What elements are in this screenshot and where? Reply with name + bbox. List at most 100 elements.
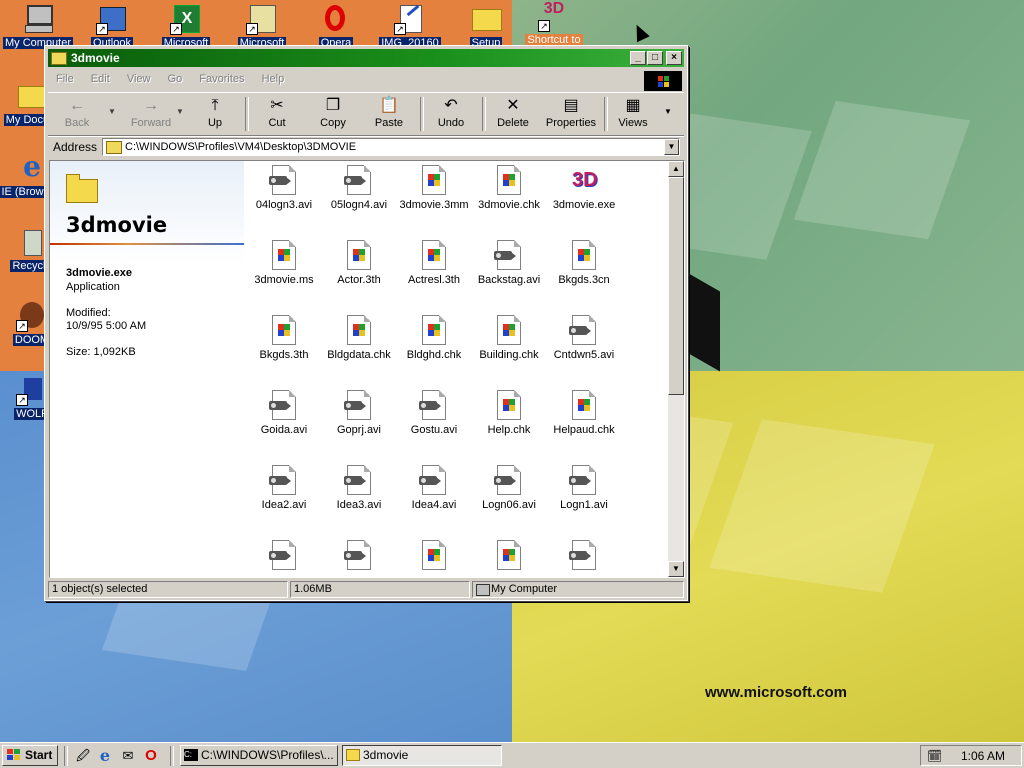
close-button[interactable]: × (666, 51, 682, 65)
forward-arrow-icon: → (143, 97, 159, 114)
address-input[interactable]: C:\WINDOWS\Profiles\VM4\Desktop\3DMOVIE … (102, 138, 680, 156)
file-item[interactable] (319, 536, 399, 574)
file-item[interactable]: Bldgdata.chk (319, 311, 399, 361)
file-item[interactable]: Cntdwn5.avi (544, 311, 624, 361)
windows-logo-icon (644, 71, 682, 91)
desktop-icon-3d-shortcut[interactable]: 3D ↗ Shortcut to (518, 0, 590, 49)
file-item[interactable] (544, 536, 624, 574)
delete-button[interactable]: ✕ Delete (488, 95, 538, 133)
menu-help[interactable]: Help (262, 73, 285, 85)
maximize-button[interactable]: □ (647, 51, 663, 65)
file-name: Idea4.avi (411, 499, 457, 511)
file-item[interactable]: Helpaud.chk (544, 386, 624, 436)
explorer-window[interactable]: 3dmovie _ □ × File Edit View Go Favorites … (44, 45, 688, 601)
menu-favorites[interactable]: Favorites (199, 73, 244, 85)
file-item[interactable]: Gostu.avi (394, 386, 474, 436)
file-item[interactable]: 3D 3dmovie.exe (544, 161, 624, 211)
back-button[interactable]: ← Back (52, 95, 102, 133)
windows-file-icon (497, 390, 521, 420)
copy-button[interactable]: ❐ Copy (308, 95, 358, 133)
file-item[interactable]: Building.chk (469, 311, 549, 361)
windows-file-icon (497, 315, 521, 345)
window-title: 3dmovie (71, 51, 120, 65)
file-item[interactable]: Goida.avi (244, 386, 324, 436)
windows-file-icon (497, 540, 521, 570)
status-selection: 1 object(s) selected (48, 581, 288, 598)
file-name: Gostu.avi (410, 424, 458, 436)
taskbar-separator (64, 746, 68, 766)
file-name: 3dmovie.chk (478, 199, 540, 211)
folder-icon (51, 52, 67, 66)
menu-go[interactable]: Go (168, 73, 183, 85)
standard-toolbar: ← Back ▼ → Forward ▼ ⤒ Up ✂ Cut ❐ Copy 📋 Paste… (48, 92, 684, 136)
toolbar-separator (420, 97, 424, 131)
file-item[interactable]: Idea3.avi (319, 461, 399, 511)
video-file-icon (344, 165, 371, 195)
scroll-up-button[interactable]: ▲ (668, 161, 684, 177)
file-name: 3dmovie.3mm (399, 199, 469, 211)
menu-file[interactable]: File (56, 73, 74, 85)
windows-file-icon (497, 165, 521, 195)
windows-file-icon (422, 165, 446, 195)
properties-icon: ▤ (563, 97, 579, 114)
file-item[interactable] (469, 536, 549, 574)
views-button[interactable]: ▦ Views (608, 95, 658, 133)
task-cmd-window[interactable]: C: C:\WINDOWS\Profiles\... (180, 745, 338, 766)
file-item[interactable]: Actor.3th (319, 236, 399, 286)
file-item[interactable] (394, 536, 474, 574)
excel-icon: X ↗ (170, 3, 202, 35)
cut-button[interactable]: ✂ Cut (252, 95, 302, 133)
file-name: Actor.3th (337, 274, 381, 286)
video-file-icon (494, 465, 521, 495)
title-bar[interactable]: 3dmovie _ □ × (48, 49, 684, 67)
properties-button[interactable]: ▤ Properties (540, 95, 602, 133)
video-file-icon (569, 315, 596, 345)
up-button[interactable]: ⤒ Up (190, 95, 240, 133)
scroll-thumb[interactable] (668, 177, 684, 395)
file-item[interactable]: 04logn3.avi (244, 161, 324, 211)
vertical-scrollbar[interactable]: ▲ ▼ (668, 161, 684, 577)
forward-button[interactable]: → Forward (120, 95, 182, 133)
file-item[interactable] (244, 536, 324, 574)
minimize-button[interactable]: _ (630, 51, 646, 65)
clock[interactable]: 1:06 AM (961, 749, 1005, 763)
views-dropdown-icon[interactable]: ▼ (664, 107, 672, 116)
undo-button[interactable]: ↶ Undo (426, 95, 476, 133)
file-name: Backstag.avi (477, 274, 541, 286)
opera-icon[interactable]: O (142, 747, 160, 765)
folder-icon (106, 141, 122, 154)
file-item[interactable]: Backstag.avi (469, 236, 549, 286)
back-dropdown-icon[interactable]: ▼ (108, 107, 116, 116)
file-item[interactable]: Idea2.avi (244, 461, 324, 511)
file-item[interactable]: 05logn4.avi (319, 161, 399, 211)
file-item[interactable]: Logn06.avi (469, 461, 549, 511)
file-item[interactable]: Bkgds.3th (244, 311, 324, 361)
task-3dmovie-folder[interactable]: 3dmovie (342, 745, 502, 766)
file-item[interactable]: Bkgds.3cn (544, 236, 624, 286)
video-file-icon (344, 390, 371, 420)
scheduler-tray-icon[interactable]: 🗓 (927, 749, 943, 763)
file-item[interactable]: Help.chk (469, 386, 549, 436)
file-item[interactable]: Bldghd.chk (394, 311, 474, 361)
file-item[interactable]: Idea4.avi (394, 461, 474, 511)
views-grid-icon: ▦ (625, 97, 641, 114)
file-item[interactable]: Goprj.avi (319, 386, 399, 436)
file-name: 05logn4.avi (330, 199, 388, 211)
file-item[interactable]: 3dmovie.chk (469, 161, 549, 211)
scroll-down-button[interactable]: ▼ (668, 561, 684, 577)
ie-icon[interactable]: e (96, 747, 114, 765)
folder-view[interactable]: 3dmovie 3dmovie.exe Application Modified… (49, 160, 685, 578)
file-size: Size: 1,092KB (66, 346, 136, 358)
paste-button[interactable]: 📋 Paste (364, 95, 414, 133)
file-item[interactable]: Actresl.3th (394, 236, 474, 286)
menu-view[interactable]: View (127, 73, 151, 85)
outlook-icon[interactable]: ✉ (119, 747, 137, 765)
address-dropdown-button[interactable]: ▼ (664, 139, 679, 155)
file-item[interactable]: 3dmovie.3mm (394, 161, 474, 211)
file-item[interactable]: 3dmovie.ms (244, 236, 324, 286)
file-item[interactable]: Logn1.avi (544, 461, 624, 511)
start-button[interactable]: Start (2, 745, 58, 766)
show-desktop-icon[interactable]: 🖉 (74, 747, 92, 765)
forward-dropdown-icon[interactable]: ▼ (176, 107, 184, 116)
menu-edit[interactable]: Edit (91, 73, 110, 85)
